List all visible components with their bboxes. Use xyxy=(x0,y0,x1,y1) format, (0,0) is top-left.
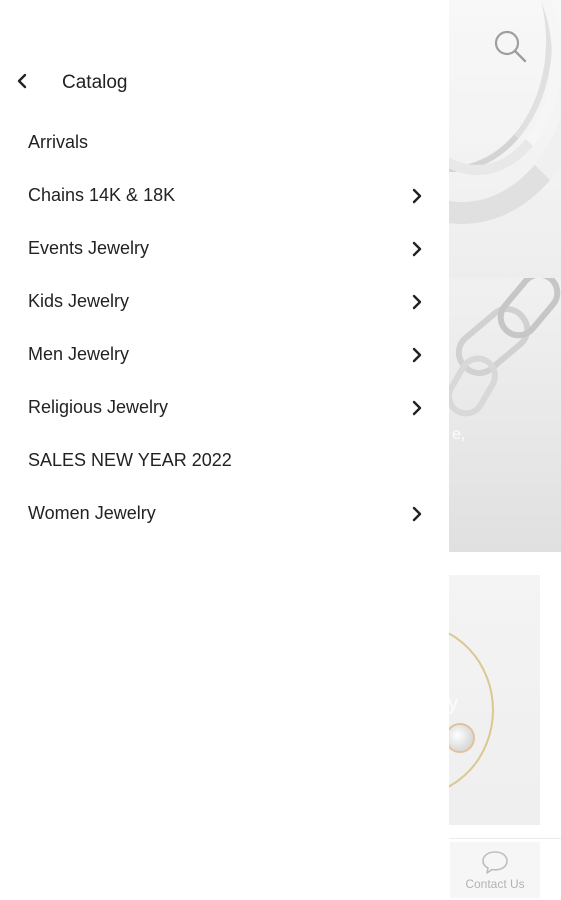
menu-item-label: Chains 14K & 18K xyxy=(28,185,176,205)
drawer-header: Catalog xyxy=(0,60,449,106)
menu-item-label: Religious Jewelry xyxy=(28,397,169,417)
drawer-title: Catalog xyxy=(62,72,128,93)
hero-caption: e, xyxy=(452,426,466,443)
menu-item-label: Arrivals xyxy=(28,132,89,152)
catalog-menu: Arrivals Chains 14K & 18K Events Jewelry… xyxy=(0,116,449,540)
menu-item-label: SALES NEW YEAR 2022 xyxy=(28,450,232,470)
back-button[interactable] xyxy=(8,69,36,97)
chevron-right-icon xyxy=(408,346,426,364)
contact-us-label: Contact Us xyxy=(465,877,525,891)
catalog-drawer: Catalog Arrivals Chains 14K & 18K Events… xyxy=(0,0,449,900)
app-screen: e, y Contact Us Catalog Arrivals Chains … xyxy=(0,0,561,900)
gem-ring-image xyxy=(445,723,475,753)
menu-item-arrivals[interactable]: Arrivals xyxy=(0,116,449,169)
menu-item-men-jewelry[interactable]: Men Jewelry xyxy=(0,328,449,381)
chevron-right-icon xyxy=(408,399,426,417)
menu-item-chains[interactable]: Chains 14K & 18K xyxy=(0,169,449,222)
menu-item-label: Men Jewelry xyxy=(28,344,130,364)
chevron-right-icon xyxy=(408,240,426,258)
contact-us-button[interactable]: Contact Us xyxy=(450,842,540,898)
menu-item-sales-new-year[interactable]: SALES NEW YEAR 2022 xyxy=(0,434,449,487)
menu-item-label: Kids Jewelry xyxy=(28,291,130,311)
chevron-right-icon xyxy=(408,505,426,523)
search-icon[interactable] xyxy=(490,26,530,66)
menu-item-religious-jewelry[interactable]: Religious Jewelry xyxy=(0,381,449,434)
chevron-left-icon xyxy=(14,72,30,95)
card-title: y xyxy=(448,693,458,715)
menu-item-label: Women Jewelry xyxy=(28,503,156,523)
menu-item-kids-jewelry[interactable]: Kids Jewelry xyxy=(0,275,449,328)
chevron-right-icon xyxy=(408,293,426,311)
chat-bubble-icon xyxy=(480,849,510,875)
menu-item-events-jewelry[interactable]: Events Jewelry xyxy=(0,222,449,275)
chevron-right-icon xyxy=(408,187,426,205)
menu-item-women-jewelry[interactable]: Women Jewelry xyxy=(0,487,449,540)
menu-item-label: Events Jewelry xyxy=(28,238,150,258)
